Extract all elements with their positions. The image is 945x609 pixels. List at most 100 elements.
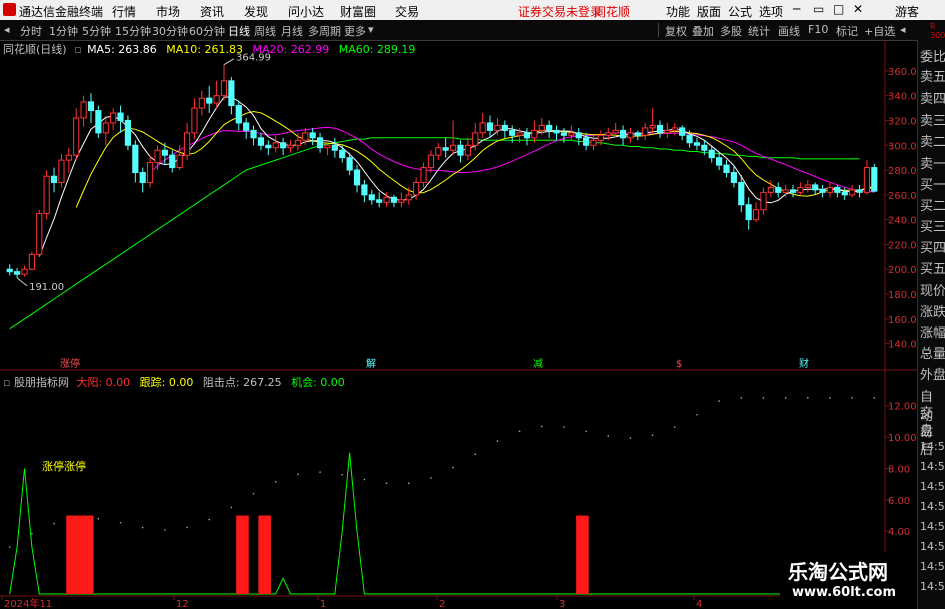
- side-item[interactable]: 委比: [920, 46, 945, 65]
- candle-body: [191, 107, 198, 134]
- high-pointer: [223, 58, 235, 66]
- zuji-dot: [518, 430, 521, 432]
- candle-body: [834, 186, 841, 193]
- zuji-dot: [718, 400, 720, 402]
- side-item[interactable]: 涨跌: [920, 301, 945, 320]
- zhangting-annotation: 涨停涨停: [42, 459, 86, 473]
- side-item[interactable]: 卖三: [920, 110, 945, 129]
- candle-body: [538, 124, 545, 131]
- candle-body: [449, 144, 457, 151]
- candle-body: [849, 189, 856, 196]
- candle-body: [590, 139, 597, 146]
- zuji-dot: [363, 478, 366, 481]
- candle-body: [649, 124, 656, 129]
- candle-body: [509, 129, 516, 136]
- kline-chart[interactable]: 360.00340.00320.00300.00280.00260.00240.…: [0, 0, 945, 609]
- candle-body: [634, 132, 641, 136]
- side-panel-lower: 自动 交易 盘后 14:56 14:56 14:56 14:56 14:56 1…: [918, 384, 945, 609]
- candle-body: [309, 132, 316, 139]
- candle-body: [486, 122, 494, 131]
- candle-body: [730, 172, 737, 183]
- event-marker: 解: [366, 357, 376, 370]
- side-item[interactable]: 买三: [920, 216, 945, 235]
- side-item[interactable]: 买一: [920, 174, 945, 193]
- zuji-dot: [762, 397, 765, 399]
- candle-body: [464, 144, 471, 156]
- dayang-bar: [66, 515, 94, 594]
- candle-body: [50, 175, 58, 183]
- candle-body: [102, 122, 109, 134]
- trade-time: 14:56: [920, 460, 945, 473]
- zuji-dot: [873, 397, 876, 399]
- candle-body: [383, 196, 390, 203]
- side-item[interactable]: 卖一: [920, 153, 945, 172]
- candle-body: [13, 271, 21, 275]
- zuji-dot: [31, 532, 33, 535]
- candle-body: [442, 147, 449, 151]
- info-icon: ▫: [74, 43, 82, 56]
- candle-body: [280, 142, 287, 149]
- side-item[interactable]: 买五: [920, 258, 945, 277]
- indicator-name[interactable]: 股朋指标网: [14, 376, 69, 389]
- candle-body: [745, 204, 752, 221]
- watermark-logo: 乐淘公式网 www.60lt.com: [780, 552, 917, 609]
- zuji-dot: [341, 473, 344, 476]
- candle-body: [80, 101, 87, 119]
- candle-body: [272, 142, 279, 149]
- stock-name: 同花顺(日线): [3, 43, 67, 56]
- side-item[interactable]: 卖二: [920, 131, 945, 150]
- candle-body: [435, 147, 442, 156]
- trade-time: 14:56: [920, 520, 945, 533]
- candle-body: [752, 209, 760, 221]
- low-pointer: [16, 277, 28, 287]
- zuji-dot: [208, 518, 211, 521]
- side-item[interactable]: 卖五: [920, 66, 945, 85]
- jihui-label: 机会: 0.00: [291, 376, 345, 389]
- dayang-bar: [236, 515, 249, 594]
- zuji-dot: [851, 397, 853, 399]
- candle-body: [117, 112, 124, 121]
- candle-body: [324, 144, 331, 149]
- zuji-dot: [274, 481, 277, 483]
- x-tick-label: 2024年11: [4, 597, 52, 609]
- low-label: 191.00: [29, 282, 64, 293]
- side-item[interactable]: 总量: [920, 343, 945, 362]
- zuji-dot: [673, 426, 676, 428]
- candle-body: [686, 134, 693, 144]
- side-item[interactable]: 现价: [920, 280, 945, 299]
- candle-body: [531, 129, 538, 139]
- zuji-dot: [740, 397, 743, 399]
- side-item[interactable]: 外盘: [920, 364, 945, 383]
- candle-body: [568, 132, 575, 136]
- candle-body: [841, 191, 848, 196]
- side-item[interactable]: 涨幅: [920, 322, 945, 341]
- side-item[interactable]: 买二: [920, 195, 945, 214]
- side-item[interactable]: 卖四: [920, 88, 945, 107]
- candle-body: [871, 167, 878, 192]
- zuji-dot: [563, 426, 565, 428]
- trade-time: 14:56: [920, 480, 945, 493]
- candle-body: [797, 186, 804, 193]
- dayang-bar: [576, 515, 589, 594]
- ind-tick-label: 8.00: [888, 464, 910, 475]
- trade-time: 14:56: [920, 440, 945, 453]
- candle-body: [516, 132, 523, 136]
- candle-body: [775, 186, 782, 193]
- candle-body: [671, 127, 678, 131]
- genzong-line: [9, 452, 875, 595]
- zuji-dot: [141, 526, 144, 529]
- side-item[interactable]: 买四: [920, 237, 945, 256]
- candle-body: [147, 162, 154, 183]
- indicator-settings-icon[interactable]: ▫: [3, 376, 10, 389]
- zuji-dot: [696, 413, 698, 416]
- candle-body: [265, 144, 272, 149]
- genzong-label: 跟踪: 0.00: [139, 376, 194, 389]
- candle-body: [206, 97, 213, 104]
- candle-body: [812, 184, 819, 191]
- candle-body: [250, 129, 257, 139]
- candle-body: [501, 124, 508, 131]
- candle-body: [612, 129, 619, 134]
- zuji-dot: [8, 546, 11, 548]
- candle-body: [346, 157, 353, 171]
- zuji-dot: [540, 425, 543, 428]
